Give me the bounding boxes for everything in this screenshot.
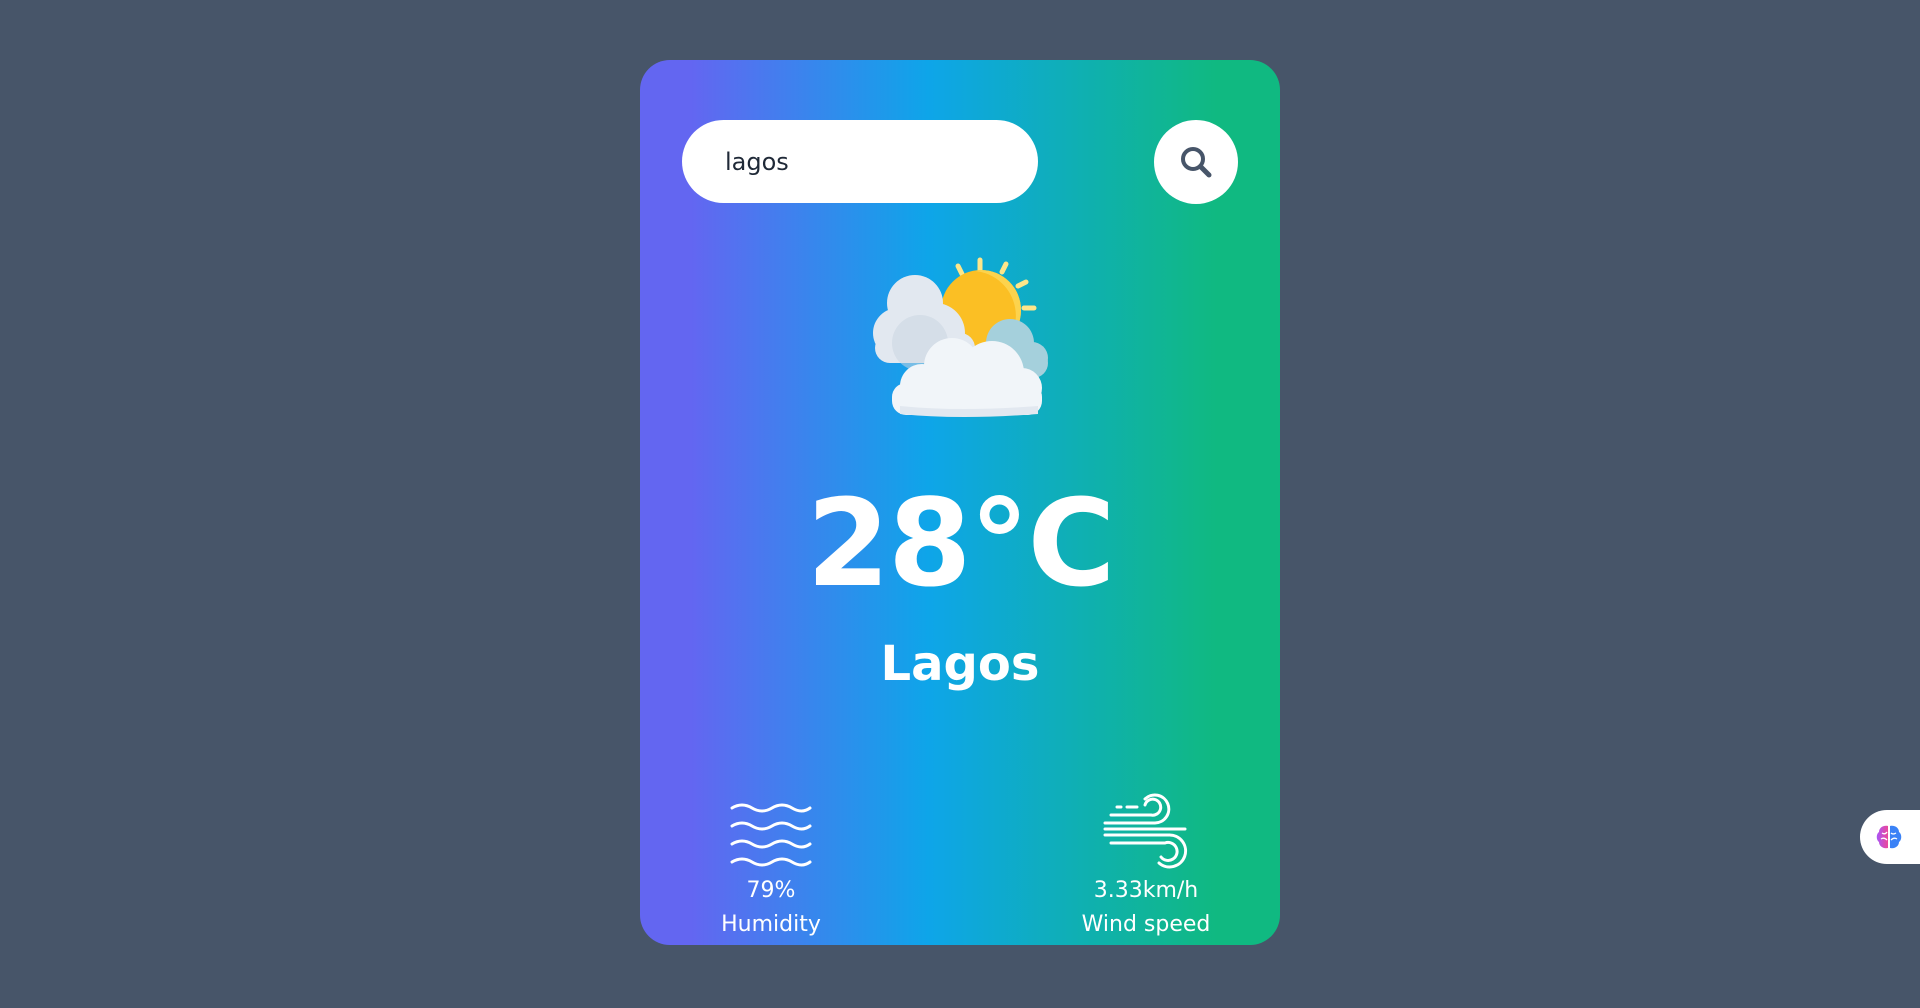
humidity-waves-icon <box>730 803 812 867</box>
humidity-value: 79% <box>746 878 796 903</box>
search-input[interactable] <box>682 120 1038 203</box>
partly-cloudy-icon <box>873 257 1048 417</box>
wind-icon <box>1103 793 1188 869</box>
humidity-label: Humidity <box>721 912 821 937</box>
search-icon <box>1181 147 1212 178</box>
wind-stat: 3.33km/h Wind speed <box>1046 785 1246 936</box>
weather-card: 28°C Lagos 79% Humidity 3.33 <box>640 60 1280 945</box>
brain-icon <box>1876 825 1902 849</box>
humidity-stat: 79% Humidity <box>671 800 871 936</box>
city-name: Lagos <box>880 636 1040 692</box>
side-widget-button[interactable] <box>1860 810 1920 864</box>
wind-label: Wind speed <box>1081 912 1211 937</box>
temperature: 28°C <box>806 475 1115 614</box>
wind-value: 3.33km/h <box>1093 878 1199 903</box>
search-button[interactable] <box>1154 120 1238 204</box>
